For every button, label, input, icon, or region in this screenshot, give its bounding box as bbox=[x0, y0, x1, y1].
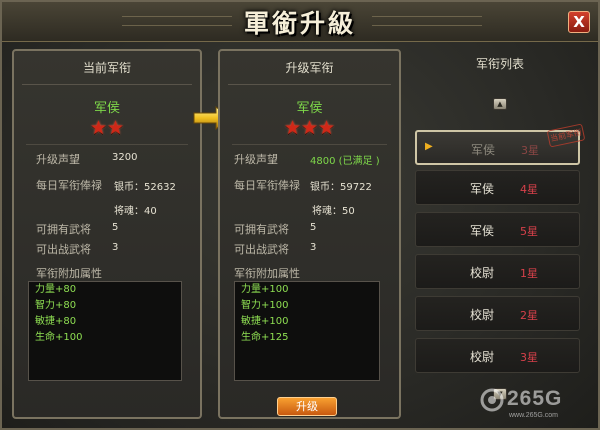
rank-item-stars: 3星 bbox=[520, 351, 538, 364]
rank-item-name: 军侯 bbox=[470, 224, 495, 238]
watermark-url: www.265G.com bbox=[509, 412, 559, 419]
generals-owned-label: 可拥有武将 bbox=[234, 223, 289, 236]
attribute-line: 敏捷+80 bbox=[35, 316, 77, 327]
generals-owned-label: 可拥有武将 bbox=[36, 223, 91, 236]
attribute-line: 敏捷+100 bbox=[241, 316, 289, 327]
attribute-line: 生命+100 bbox=[35, 332, 83, 343]
silver-value: 银币：59722 bbox=[310, 182, 372, 193]
pointer-icon: ▶ bbox=[425, 141, 433, 152]
generals-battle-value: 3 bbox=[112, 242, 119, 253]
attributes-title: 军衔附加属性 bbox=[36, 267, 102, 280]
rank-list-item[interactable]: 校尉 3星 bbox=[415, 338, 580, 373]
attributes-title: 军衔附加属性 bbox=[234, 267, 300, 280]
watermark-logo-icon bbox=[480, 388, 504, 412]
prestige-value: 3200 bbox=[112, 152, 138, 163]
rank-list-item[interactable]: ▶ 军侯 3星 当前军衔 bbox=[415, 123, 586, 165]
generals-battle-label: 可出战武将 bbox=[36, 243, 91, 256]
generals-owned-value: 5 bbox=[310, 222, 317, 233]
silver-value: 银币：52632 bbox=[114, 182, 176, 193]
generals-owned-value: 5 bbox=[112, 222, 119, 233]
next-rank-header: 升级军衔 bbox=[285, 61, 334, 75]
rank-item-stars: 1星 bbox=[520, 267, 538, 280]
rank-item-name: 校尉 bbox=[470, 350, 495, 364]
rank-item-stars: 4星 bbox=[520, 183, 538, 196]
attribute-line: 力量+100 bbox=[241, 284, 289, 295]
soul-value: 将魂：40 bbox=[114, 206, 157, 217]
attribute-line: 智力+100 bbox=[241, 300, 289, 311]
current-rank-header: 当前军衔 bbox=[82, 61, 131, 75]
upgrade-button[interactable]: 升级 bbox=[277, 397, 337, 416]
next-rank-stars: ★★★ bbox=[220, 117, 399, 139]
stats-divider bbox=[26, 144, 188, 145]
rank-list-item[interactable]: 校尉 1星 bbox=[415, 254, 580, 289]
attributes-box: 力量+100 智力+100 敏捷+100 生命+125 bbox=[234, 281, 380, 381]
salary-label: 每日军衔俸禄 bbox=[234, 179, 300, 192]
header-divider bbox=[22, 84, 192, 85]
rank-list-item[interactable]: 军侯 4星 bbox=[415, 170, 580, 205]
dialog-title: 軍銜升級 bbox=[243, 9, 356, 38]
rank-item-stars: 3星 bbox=[521, 144, 539, 157]
current-rank-panel: 当前军衔 军侯 ★★ 升级声望 3200 每日军衔俸禄 银币：52632 将魂：… bbox=[12, 49, 202, 419]
current-rank-stamp: 当前军衔 bbox=[546, 123, 586, 148]
attributes-box: 力量+80 智力+80 敏捷+80 生命+100 bbox=[28, 281, 182, 381]
stats-divider bbox=[232, 144, 387, 145]
rank-item-name: 军侯 bbox=[470, 182, 495, 196]
attribute-line: 力量+80 bbox=[35, 284, 77, 295]
attribute-line: 智力+80 bbox=[35, 300, 77, 311]
rank-item-name: 校尉 bbox=[470, 266, 495, 280]
next-rank-name: 军侯 bbox=[296, 101, 323, 116]
rank-upgrade-dialog: 軍銜升級 X 当前军衔 军侯 ★★ 升级声望 3200 每日军衔俸禄 银币：52… bbox=[0, 0, 600, 430]
rank-item-name: 校尉 bbox=[470, 308, 495, 322]
rank-item-stars: 5星 bbox=[520, 225, 538, 238]
prestige-label: 升级声望 bbox=[234, 153, 278, 166]
generals-battle-value: 3 bbox=[310, 242, 317, 253]
salary-label: 每日军衔俸禄 bbox=[36, 179, 102, 192]
generals-battle-label: 可出战武将 bbox=[234, 243, 289, 256]
attribute-line: 生命+125 bbox=[241, 332, 289, 343]
prestige-value-met: 4800 (已满足 ) bbox=[310, 156, 380, 167]
star-icon: ★★ bbox=[89, 117, 125, 139]
title-bar: 軍銜升級 X bbox=[2, 2, 598, 42]
rank-list-item[interactable]: 军侯 5星 bbox=[415, 212, 580, 247]
next-rank-panel: 升级军衔 军侯 ★★★ 升级声望 4800 (已满足 ) 每日军衔俸禄 银币：5… bbox=[218, 49, 401, 419]
star-icon: ★★★ bbox=[283, 117, 336, 139]
soul-value: 将魂：50 bbox=[312, 206, 355, 217]
current-rank-name: 军侯 bbox=[93, 101, 120, 116]
rank-list-panel: 军衔列表 ▲ ▶ 军侯 3星 当前军衔 军侯 4星 军侯 5星 校尉 1星 校尉… bbox=[410, 49, 590, 419]
close-button[interactable]: X bbox=[568, 11, 590, 33]
rank-list-title: 军衔列表 bbox=[475, 57, 524, 71]
scroll-up-button[interactable]: ▲ bbox=[493, 98, 507, 110]
watermark-brand: 265G bbox=[507, 387, 563, 410]
rank-item-stars: 2星 bbox=[520, 309, 538, 322]
prestige-label: 升级声望 bbox=[36, 153, 80, 166]
current-rank-stars: ★★ bbox=[14, 117, 200, 139]
rank-list-item[interactable]: 校尉 2星 bbox=[415, 296, 580, 331]
rank-item-name: 军侯 bbox=[471, 143, 496, 157]
site-watermark: 265G www.265G.com bbox=[479, 385, 594, 423]
header-divider bbox=[228, 84, 391, 85]
